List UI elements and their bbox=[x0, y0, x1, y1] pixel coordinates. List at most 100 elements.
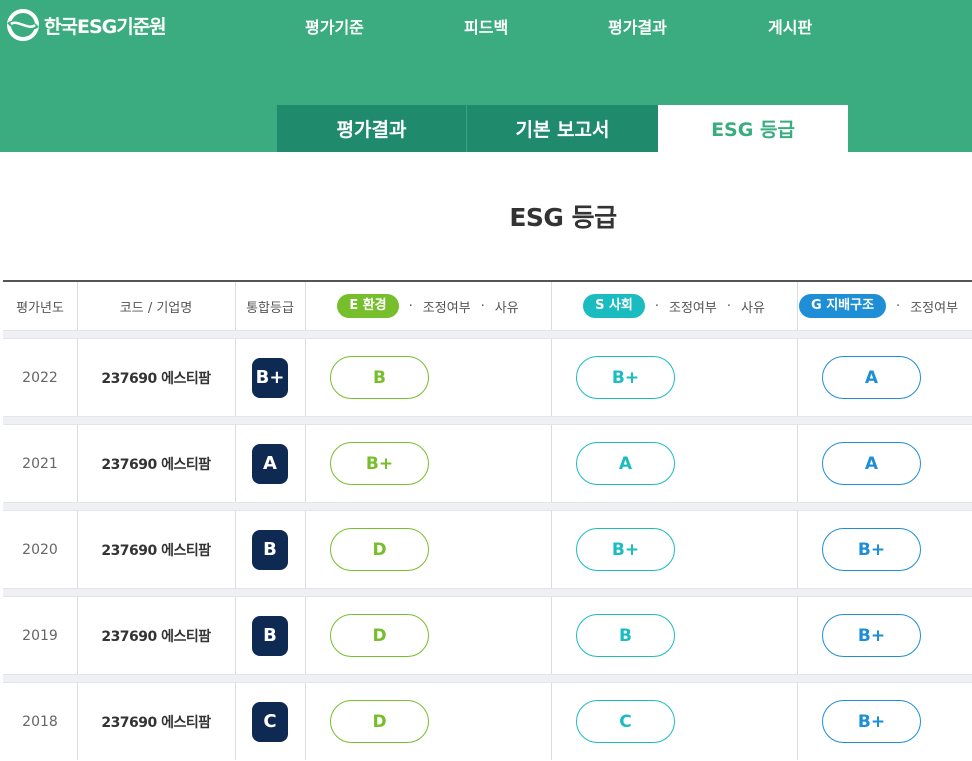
governance-dot-1: · bbox=[896, 298, 901, 314]
row-separator bbox=[3, 674, 972, 683]
cell-total-grade: B bbox=[235, 597, 305, 674]
cell-total-grade: B bbox=[235, 511, 305, 588]
nav-evaluation-results[interactable]: 평가결과 bbox=[608, 14, 667, 38]
header-social: S 사회 · 조정여부 · 사유 bbox=[551, 282, 797, 330]
table-row: 2021 237690 에스티팜 A B+ A A bbox=[3, 425, 972, 502]
cell-year: 2020 bbox=[22, 541, 58, 558]
col-divider bbox=[551, 683, 552, 760]
header-year: 평가년도 bbox=[16, 300, 64, 316]
header-total-grade: 통합등급 bbox=[246, 300, 294, 316]
environment-grade-button[interactable]: B+ bbox=[330, 442, 429, 485]
governance-grade-button[interactable]: B+ bbox=[822, 700, 921, 743]
governance-pill: G 지배구조 bbox=[799, 294, 887, 318]
site-header: 한국ESG기준원 평가기준 피드백 평가결과 게시판 평가결과 기본 보고서 E… bbox=[0, 0, 972, 152]
cell-social: B bbox=[551, 597, 797, 674]
cell-year: 2021 bbox=[22, 455, 58, 472]
cell-social: B+ bbox=[551, 511, 797, 588]
grade-table: 평가년도 코드 / 기업명 통합등급 E 환경 · 조정여부 · 사유 S 사회… bbox=[3, 280, 972, 760]
col-divider bbox=[235, 597, 236, 674]
cell-environment: B+ bbox=[305, 425, 551, 502]
table-row: 2022 237690 에스티팜 B+ B B+ A bbox=[3, 339, 972, 416]
cell-governance: A bbox=[797, 425, 972, 502]
nav-board[interactable]: 게시판 bbox=[768, 14, 812, 38]
col-divider bbox=[305, 683, 306, 760]
cell-environment: B bbox=[305, 339, 551, 416]
environment-dot-2: · bbox=[480, 298, 485, 314]
col-divider bbox=[305, 511, 306, 588]
col-divider bbox=[77, 339, 78, 416]
cell-year: 2022 bbox=[22, 369, 58, 386]
governance-grade-button[interactable]: A bbox=[822, 356, 921, 399]
row-separator bbox=[3, 330, 972, 339]
tab-evaluation-results[interactable]: 평가결과 bbox=[277, 105, 467, 152]
cell-company: 237690 에스티팜 bbox=[101, 370, 211, 387]
col-divider bbox=[305, 282, 306, 330]
col-divider bbox=[551, 425, 552, 502]
environment-grade-button[interactable]: D bbox=[330, 528, 429, 571]
cell-total-grade: B+ bbox=[235, 339, 305, 416]
environment-reason-label: 사유 bbox=[494, 300, 519, 316]
cell-social: B+ bbox=[551, 339, 797, 416]
col-divider bbox=[551, 282, 552, 330]
cell-social: A bbox=[551, 425, 797, 502]
cell-governance: B+ bbox=[797, 597, 972, 674]
header-environment: E 환경 · 조정여부 · 사유 bbox=[305, 282, 551, 330]
cell-company: 237690 에스티팜 bbox=[101, 542, 211, 559]
col-divider bbox=[797, 425, 798, 502]
tab-basic-report[interactable]: 기본 보고서 bbox=[467, 105, 658, 152]
col-divider bbox=[551, 339, 552, 416]
tab-esg-grade[interactable]: ESG 등급 bbox=[658, 105, 848, 152]
cell-governance: B+ bbox=[797, 511, 972, 588]
cell-environment: D bbox=[305, 683, 551, 760]
governance-grade-button[interactable]: B+ bbox=[822, 528, 921, 571]
col-divider bbox=[235, 339, 236, 416]
cell-company: 237690 에스티팜 bbox=[101, 628, 211, 645]
social-grade-button[interactable]: A bbox=[576, 442, 675, 485]
col-divider bbox=[77, 597, 78, 674]
total-grade-badge: B bbox=[252, 529, 288, 570]
col-divider bbox=[797, 511, 798, 588]
main-nav: 평가기준 피드백 평가결과 게시판 bbox=[0, 14, 972, 38]
col-divider bbox=[797, 683, 798, 760]
col-divider bbox=[77, 282, 78, 330]
cell-year: 2019 bbox=[22, 627, 58, 644]
col-divider bbox=[551, 597, 552, 674]
total-grade-badge: A bbox=[252, 443, 288, 484]
col-divider bbox=[235, 425, 236, 502]
social-dot-1: · bbox=[654, 298, 660, 314]
table-row: 2019 237690 에스티팜 B D B B+ bbox=[3, 597, 972, 674]
col-divider bbox=[77, 425, 78, 502]
environment-grade-button[interactable]: B bbox=[330, 356, 429, 399]
cell-company: 237690 에스티팜 bbox=[101, 714, 211, 731]
header-company: 코드 / 기업명 bbox=[119, 300, 193, 316]
governance-grade-button[interactable]: B+ bbox=[822, 614, 921, 657]
col-divider bbox=[235, 511, 236, 588]
cell-social: C bbox=[551, 683, 797, 760]
col-divider bbox=[77, 511, 78, 588]
social-adjust-label: 조정여부 bbox=[669, 300, 717, 316]
col-divider bbox=[797, 339, 798, 416]
cell-total-grade: A bbox=[235, 425, 305, 502]
page-title: ESG 등급 bbox=[509, 203, 617, 232]
environment-grade-button[interactable]: D bbox=[330, 700, 429, 743]
governance-adjust-label: 조정여부 bbox=[910, 300, 959, 316]
social-grade-button[interactable]: B+ bbox=[576, 528, 675, 571]
environment-pill: E 환경 bbox=[337, 294, 399, 318]
col-divider bbox=[797, 597, 798, 674]
col-divider bbox=[235, 683, 236, 760]
cell-year: 2018 bbox=[22, 713, 58, 730]
nav-feedback[interactable]: 피드백 bbox=[464, 14, 508, 38]
environment-grade-button[interactable]: D bbox=[330, 614, 429, 657]
governance-grade-button[interactable]: A bbox=[822, 442, 921, 485]
social-grade-button[interactable]: C bbox=[576, 700, 675, 743]
social-grade-button[interactable]: B+ bbox=[576, 356, 675, 399]
social-reason-label: 사유 bbox=[741, 300, 765, 316]
row-separator bbox=[3, 416, 972, 425]
nav-evaluation-criteria[interactable]: 평가기준 bbox=[305, 14, 364, 38]
social-grade-button[interactable]: B bbox=[576, 614, 675, 657]
environment-adjust-label: 조정여부 bbox=[422, 300, 471, 316]
total-grade-badge: C bbox=[252, 701, 288, 742]
col-divider bbox=[797, 282, 798, 330]
header-governance: G 지배구조 · 조정여부 bbox=[797, 282, 972, 330]
col-divider bbox=[305, 597, 306, 674]
